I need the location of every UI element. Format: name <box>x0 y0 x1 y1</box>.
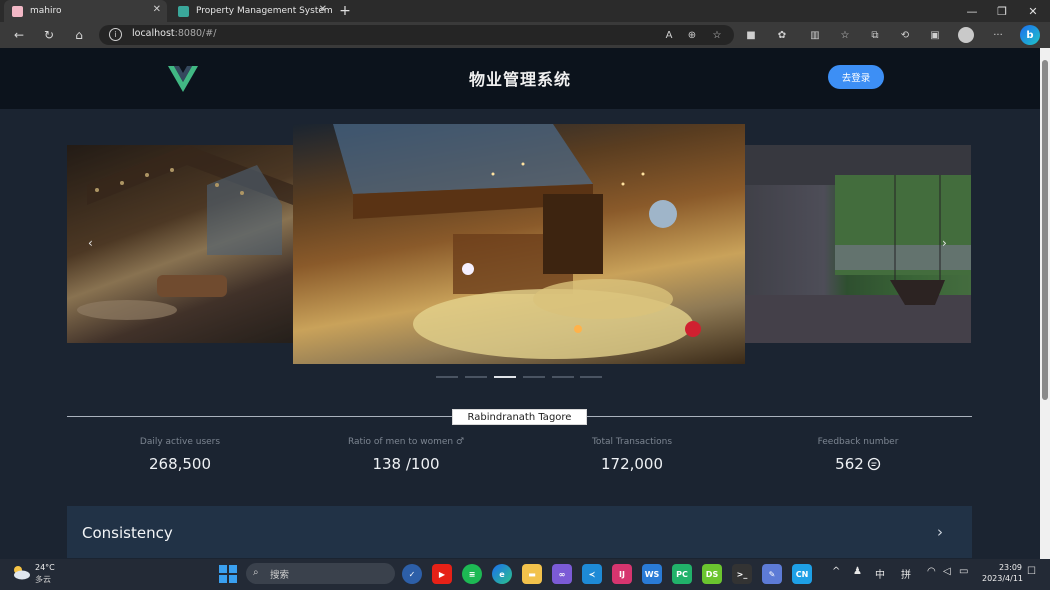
app-icon-tasks[interactable]: ✓ <box>402 564 422 584</box>
extension-icon[interactable]: ■ <box>742 26 760 44</box>
wifi-icon[interactable]: ◠ <box>927 566 936 577</box>
url-text: localhost:8080/#/ <box>132 28 216 39</box>
stat-number: 562 <box>835 455 864 473</box>
scrollbar-thumb[interactable] <box>1042 60 1048 400</box>
tray-app-icon[interactable]: ♟ <box>853 566 862 577</box>
stat-number: 138 /100 <box>372 455 440 473</box>
dataspell-icon[interactable]: DS <box>702 564 722 584</box>
site-info-icon[interactable]: i <box>109 28 122 41</box>
site-title: 物业管理系统 <box>468 70 571 89</box>
system-tray-chevron-icon[interactable]: ^ <box>832 566 840 577</box>
login-button[interactable]: 去登录 <box>828 65 884 89</box>
webstorm-icon[interactable]: WS <box>642 564 662 584</box>
zoom-icon[interactable]: ⊕ <box>683 26 701 44</box>
carousel-slide-left[interactable] <box>67 145 293 343</box>
carousel-dot-active[interactable] <box>494 376 516 378</box>
volume-mute-icon[interactable]: ◁ <box>943 566 951 577</box>
search-icon: ⌕ <box>253 567 259 578</box>
stat-label: Total Transactions <box>591 437 673 447</box>
minimize-button[interactable]: — <box>957 2 987 20</box>
new-tab-button[interactable]: + <box>337 2 353 20</box>
app-icon-cnki[interactable]: CN <box>792 564 812 584</box>
weather-temperature: 24°C <box>35 563 55 572</box>
close-tab-icon[interactable]: ✕ <box>319 4 327 15</box>
chevron-right-icon[interactable]: › <box>937 523 943 541</box>
ime-language-indicator[interactable]: 中 <box>875 566 885 581</box>
close-window-button[interactable]: ✕ <box>1018 2 1048 20</box>
tab-label: mahiro <box>30 6 62 16</box>
carousel-dot[interactable] <box>436 376 458 378</box>
stat-label: Ratio of men to women ♂ <box>347 437 465 447</box>
clock-date[interactable]: 2023/4/11 <box>982 574 1023 583</box>
cozy-bedroom-image <box>333 124 701 359</box>
app-icon-editor[interactable]: ✎ <box>762 564 782 584</box>
tab-label: Property Management System <box>196 6 333 16</box>
terminal-icon[interactable]: >_ <box>732 564 752 584</box>
stat-value: 138 /100 <box>293 455 519 473</box>
carousel-slide-active[interactable] <box>293 124 745 364</box>
notification-icon[interactable]: ☐ <box>1027 566 1036 577</box>
carousel-dot[interactable] <box>465 376 487 378</box>
carousel-dot[interactable] <box>552 376 574 378</box>
stat-label: Feedback number <box>817 437 899 447</box>
stat-number: 268,500 <box>148 455 212 473</box>
carousel-prev-arrow[interactable]: ‹ <box>88 236 93 250</box>
stat-label: Daily active users <box>139 437 221 447</box>
stat-value: 562 <box>745 455 971 473</box>
more-menu-icon[interactable]: ··· <box>989 26 1007 44</box>
visual-studio-icon[interactable]: ∞ <box>552 564 572 584</box>
screenshot-icon[interactable]: ▣ <box>926 26 944 44</box>
youtube-icon[interactable]: ▶ <box>432 564 452 584</box>
stat-value: 172,000 <box>519 455 745 473</box>
profile-avatar[interactable] <box>958 27 974 43</box>
maximize-button[interactable]: ❐ <box>987 2 1017 20</box>
spotify-icon[interactable]: ≡ <box>462 564 482 584</box>
stat-value: 268,500 <box>67 455 293 473</box>
home-icon[interactable]: ⌂ <box>70 26 88 44</box>
battery-icon[interactable]: ▭ <box>959 566 968 577</box>
carousel-dot[interactable] <box>580 376 602 378</box>
url-path: :8080/#/ <box>174 28 217 39</box>
file-explorer-icon[interactable]: ▬ <box>522 564 542 584</box>
windows-start-icon[interactable] <box>219 565 237 583</box>
close-tab-icon[interactable]: ✕ <box>153 4 161 15</box>
url-host: localhost <box>132 28 175 39</box>
pycharm-icon[interactable]: PC <box>672 564 692 584</box>
edge-browser-icon[interactable]: e <box>492 564 512 584</box>
bing-copilot-icon[interactable]: b <box>1020 25 1040 45</box>
vscode-icon[interactable]: ≺ <box>582 564 602 584</box>
read-aloud-icon[interactable]: A <box>660 26 678 44</box>
favorites-icon[interactable]: ☆ <box>836 26 854 44</box>
taskbar-search-box[interactable] <box>246 563 395 584</box>
collections-icon[interactable]: ⧉ <box>866 26 884 44</box>
split-screen-icon[interactable]: ▥ <box>806 26 824 44</box>
search-placeholder: 搜索 <box>270 570 290 581</box>
card-title: Consistency <box>82 524 173 542</box>
extensions-puzzle-icon[interactable]: ✿ <box>773 26 791 44</box>
ime-mode-indicator[interactable]: 拼 <box>901 566 911 581</box>
tab-property-management[interactable]: Property Management System ✕ <box>170 0 333 22</box>
tab-mahiro[interactable]: mahiro ✕ <box>4 0 167 22</box>
slide-dim-overlay <box>67 145 293 343</box>
stat-number: 172,000 <box>600 455 664 473</box>
carousel-slide-right[interactable] <box>745 145 971 343</box>
favorite-star-icon[interactable]: ☆ <box>708 26 726 44</box>
tab-favicon-icon <box>12 5 23 17</box>
clock-time[interactable]: 23:09 <box>996 563 1022 572</box>
weather-condition: 多云 <box>35 575 51 584</box>
divider-quote-label: Rabindranath Tagore <box>452 409 587 425</box>
back-icon[interactable]: ← <box>10 26 28 44</box>
history-icon[interactable]: ⟲ <box>896 26 914 44</box>
tab-favicon-icon <box>178 5 189 17</box>
carousel-next-arrow[interactable]: › <box>942 236 947 250</box>
reload-icon[interactable]: ↻ <box>40 26 58 44</box>
chat-bubble-icon <box>867 457 880 471</box>
jetbrains-ide-icon[interactable]: IJ <box>612 564 632 584</box>
consistency-card[interactable] <box>67 506 972 558</box>
cloudy-weather-icon[interactable] <box>11 564 31 580</box>
slide-dim-overlay <box>745 145 971 343</box>
carousel-dot[interactable] <box>523 376 545 378</box>
